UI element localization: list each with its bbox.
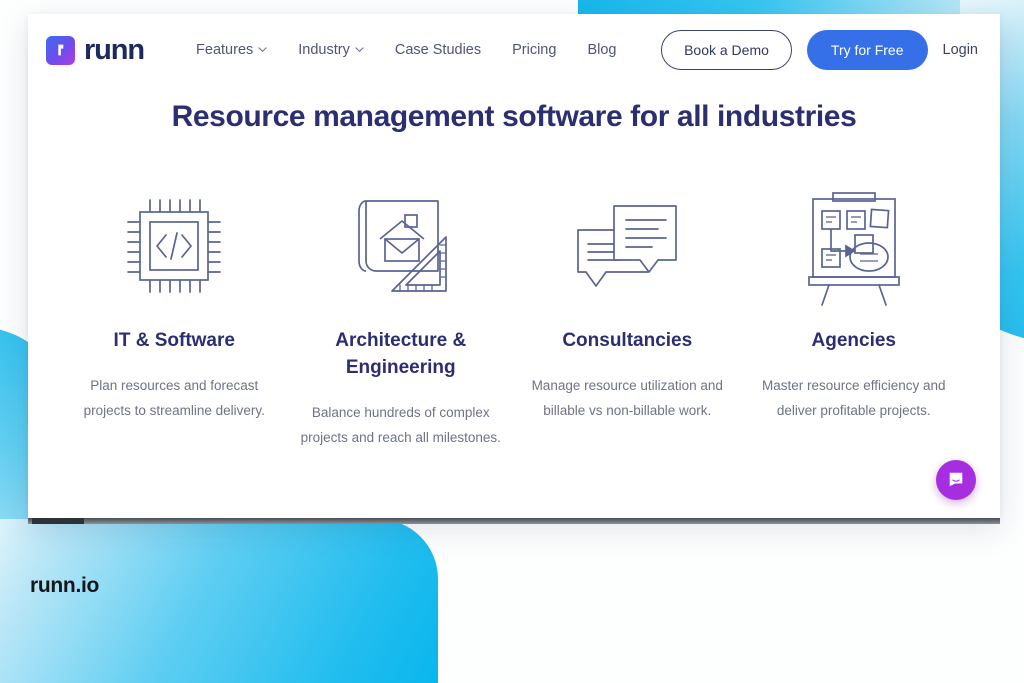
presentation-board-icon bbox=[754, 186, 955, 306]
speech-bubbles-icon bbox=[527, 186, 728, 306]
card-description: Master resource efficiency and deliver p… bbox=[761, 377, 946, 419]
chat-message-icon bbox=[947, 470, 965, 491]
logo[interactable]: runn bbox=[46, 33, 145, 67]
chevron-down-icon bbox=[258, 45, 267, 54]
footer-wordmark: runn.io bbox=[30, 574, 100, 597]
chevron-down-icon bbox=[355, 45, 364, 54]
nav-item-blog[interactable]: Blog bbox=[587, 42, 616, 58]
card-title: IT & Software bbox=[113, 330, 235, 351]
card-title: Consultancies bbox=[562, 330, 693, 351]
login-link[interactable]: Login bbox=[943, 42, 978, 58]
nav-item-pricing[interactable]: Pricing bbox=[512, 42, 556, 58]
try-for-free-button[interactable]: Try for Free bbox=[806, 30, 928, 70]
blueprint-house-ruler-icon bbox=[301, 186, 502, 306]
horizontal-scrollbar[interactable] bbox=[28, 518, 1000, 524]
website-card: runn Features Industry Case Studies Pric… bbox=[28, 14, 1000, 518]
card-architecture-engineering[interactable]: Architecture & Engineering Balance hundr… bbox=[293, 186, 510, 451]
decorative-shape-bottom-left bbox=[0, 519, 438, 683]
logo-text: runn bbox=[84, 33, 145, 66]
site-header: runn Features Industry Case Studies Pric… bbox=[28, 14, 1000, 86]
card-description: Manage resource utilization and billable… bbox=[531, 377, 723, 419]
microchip-code-icon bbox=[74, 186, 275, 306]
card-it-software[interactable]: IT & Software Plan resources and forecas… bbox=[66, 186, 283, 451]
main-nav: Features Industry Case Studies Pricing B… bbox=[196, 42, 616, 58]
chat-widget-button[interactable] bbox=[936, 460, 976, 500]
page-root: runn.io runn Features Industry Case Stud… bbox=[0, 0, 1024, 683]
card-agencies[interactable]: Agencies Master resource efficiency and … bbox=[746, 186, 963, 451]
industry-cards: IT & Software Plan resources and forecas… bbox=[28, 134, 1000, 451]
card-title: Architecture & Engineering bbox=[335, 330, 467, 378]
nav-item-industry[interactable]: Industry bbox=[298, 42, 364, 58]
page-title: Resource management software for all ind… bbox=[171, 100, 857, 133]
card-description: Plan resources and forecast projects to … bbox=[83, 377, 265, 419]
card-description: Balance hundreds of complex projects and… bbox=[300, 404, 501, 446]
scrollbar-thumb[interactable] bbox=[32, 518, 84, 524]
book-demo-button[interactable]: Book a Demo bbox=[661, 30, 792, 70]
nav-item-label: Industry bbox=[298, 42, 350, 58]
runn-flag-icon bbox=[46, 35, 75, 65]
nav-item-case-studies[interactable]: Case Studies bbox=[395, 42, 481, 58]
nav-item-features[interactable]: Features bbox=[196, 42, 267, 58]
header-actions: Book a Demo Try for Free Login bbox=[661, 30, 978, 70]
card-title: Agencies bbox=[811, 330, 896, 351]
nav-item-label: Features bbox=[196, 42, 254, 58]
card-consultancies[interactable]: Consultancies Manage resource utilizatio… bbox=[519, 186, 736, 451]
